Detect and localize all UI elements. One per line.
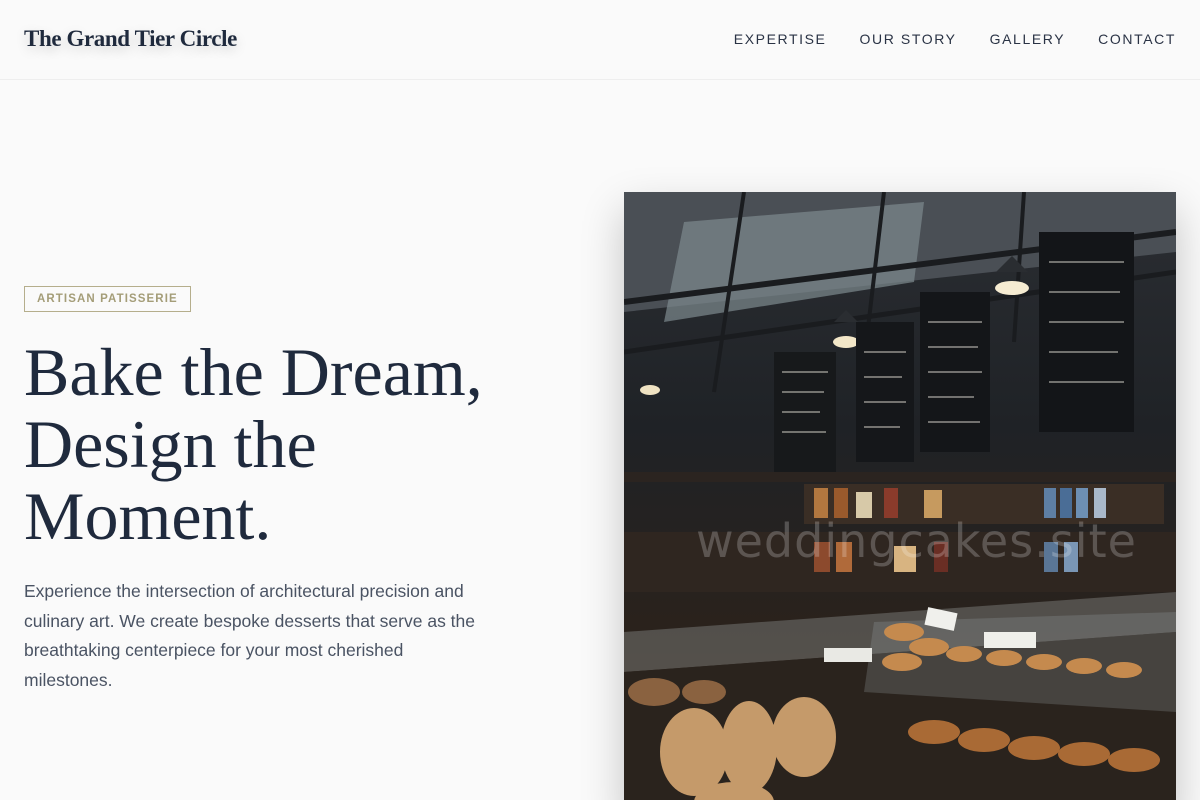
photo-illustration xyxy=(624,192,1176,800)
headline-line-3: Moment. xyxy=(24,478,272,554)
headline-line-1: Bake the Dream, xyxy=(24,334,483,410)
category-badge: ARTISAN PATISSERIE xyxy=(24,286,191,312)
nav-link-our-story[interactable]: OUR STORY xyxy=(860,31,957,47)
headline-line-2: Design the xyxy=(24,406,317,482)
hero-headline: Bake the Dream, Design the Moment. xyxy=(24,336,584,552)
brand-logo[interactable]: The Grand Tier Circle xyxy=(24,26,237,52)
site-header: The Grand Tier Circle EXPERTISE OUR STOR… xyxy=(0,0,1200,80)
nav-link-gallery[interactable]: GALLERY xyxy=(990,31,1066,47)
nav-link-expertise[interactable]: EXPERTISE xyxy=(734,31,827,47)
bakery-interior-photo: weddingcakes.site xyxy=(624,192,1176,800)
image-watermark: weddingcakes.site xyxy=(696,514,1137,568)
main-nav: EXPERTISE OUR STORY GALLERY CONTACT xyxy=(734,31,1176,47)
nav-link-contact[interactable]: CONTACT xyxy=(1098,31,1176,47)
hero-description: Experience the intersection of architect… xyxy=(24,581,476,690)
